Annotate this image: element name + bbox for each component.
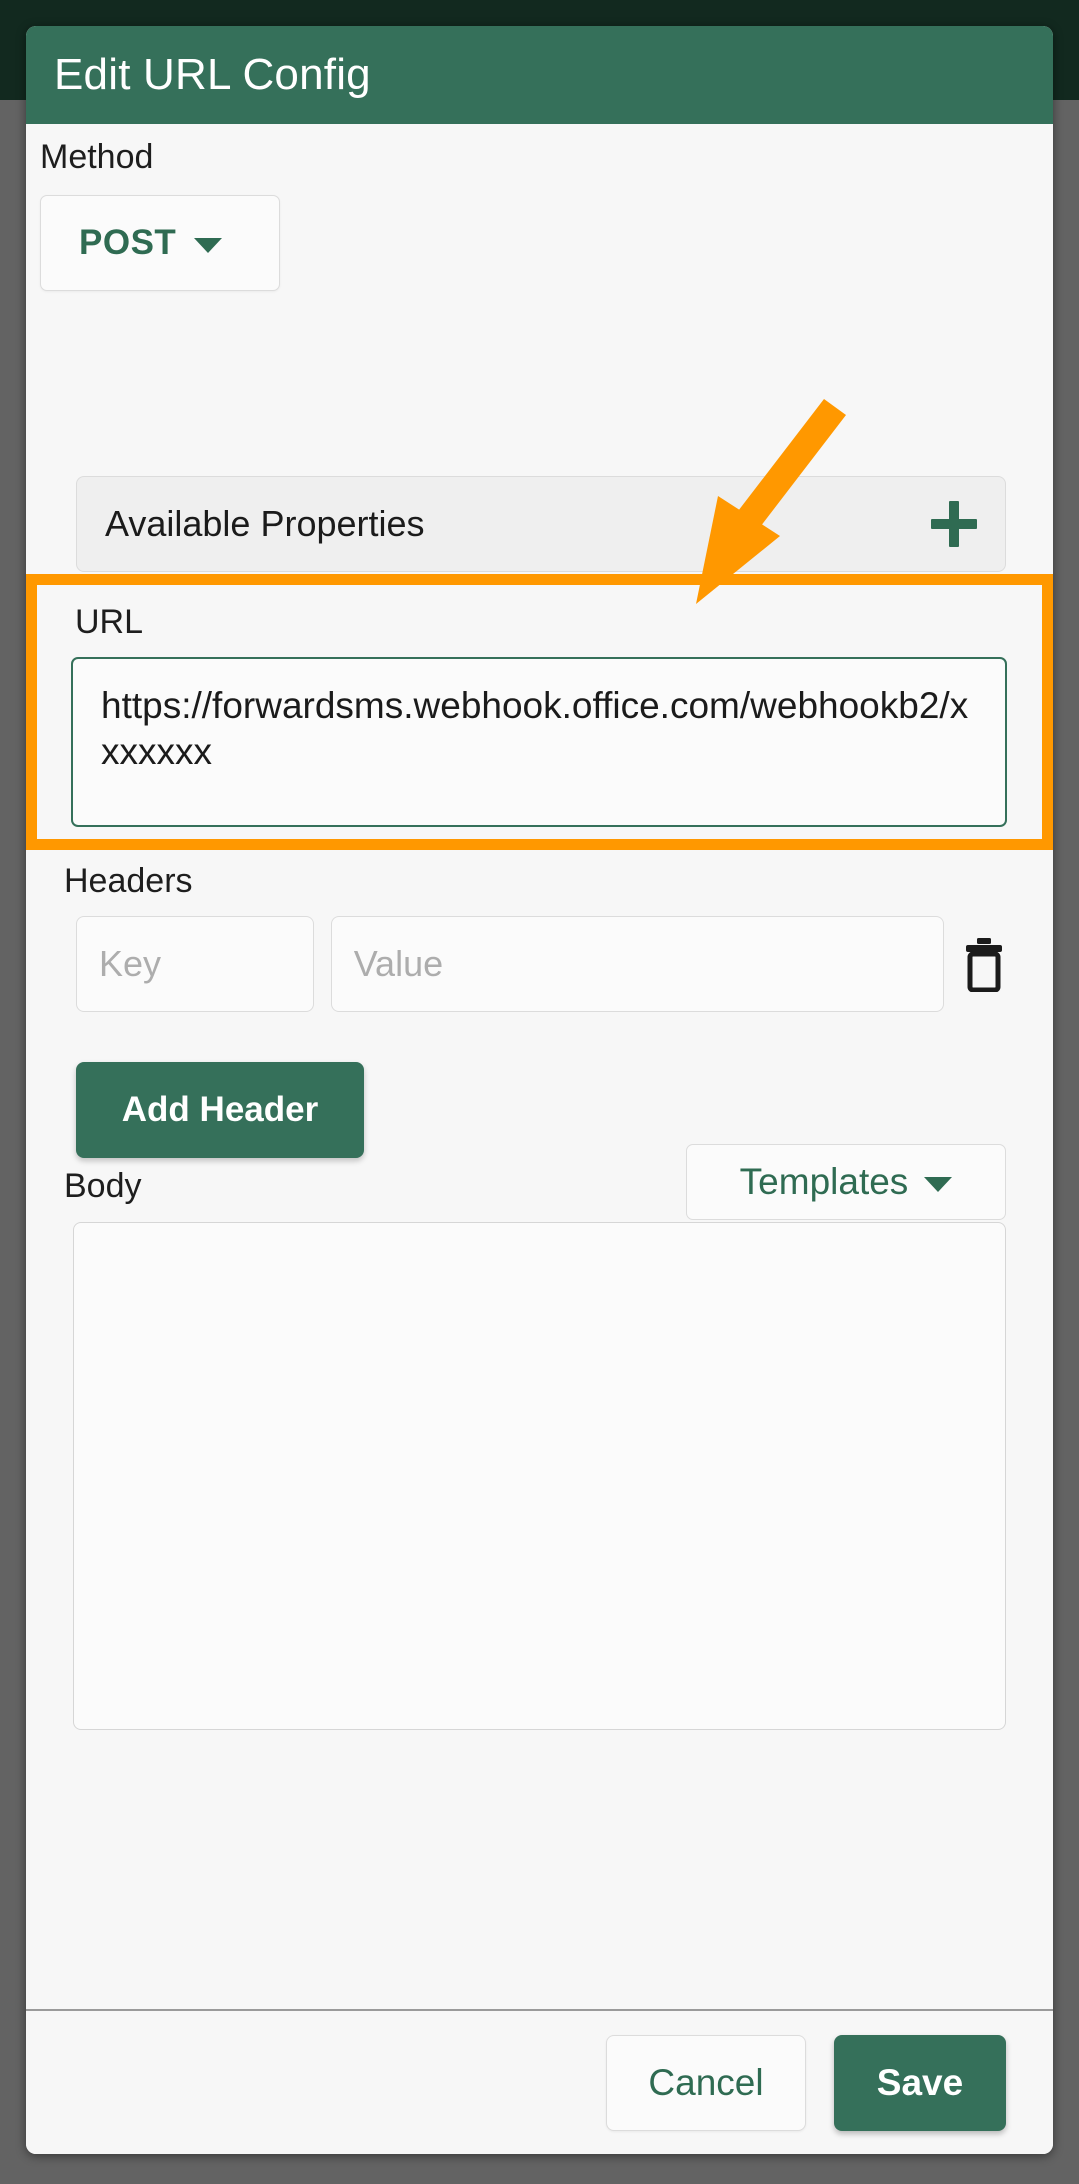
header-value-input[interactable]: Value xyxy=(330,916,944,1012)
dialog-body: Method POST Available Properties URL htt… xyxy=(26,124,1053,2009)
available-properties-label: Available Properties xyxy=(105,503,425,544)
header-row: Key Value xyxy=(76,916,1006,1012)
templates-dropdown[interactable]: Templates xyxy=(686,1144,1006,1220)
plus-icon[interactable] xyxy=(931,501,977,547)
add-header-button[interactable]: Add Header xyxy=(76,1062,364,1158)
method-label: Method xyxy=(40,138,154,176)
available-properties-bar[interactable]: Available Properties xyxy=(76,476,1006,572)
headers-label: Headers xyxy=(64,862,193,900)
save-button[interactable]: Save xyxy=(834,2034,1006,2131)
method-dropdown[interactable]: POST xyxy=(40,195,280,291)
method-section: Method POST xyxy=(40,138,1039,291)
templates-label: Templates xyxy=(739,1161,909,1202)
header-key-input[interactable]: Key xyxy=(76,916,314,1012)
chevron-down-icon xyxy=(924,1176,953,1192)
chevron-down-icon xyxy=(194,237,223,253)
url-input[interactable]: https://forwardsms.webhook.office.com/we… xyxy=(71,657,1007,827)
method-selected-value: POST xyxy=(79,223,177,262)
trash-icon[interactable] xyxy=(962,936,1006,993)
url-section-highlight: URL https://forwardsms.webhook.office.co… xyxy=(26,574,1053,850)
body-label: Body xyxy=(64,1167,142,1205)
url-label: URL xyxy=(75,603,144,641)
body-input[interactable] xyxy=(73,1222,1006,1730)
dialog-footer: Cancel Save xyxy=(26,2009,1053,2154)
dialog-title: Edit URL Config xyxy=(54,50,371,99)
edit-url-config-dialog: Edit URL Config Method POST Available Pr… xyxy=(26,26,1053,2154)
cancel-button[interactable]: Cancel xyxy=(606,2034,806,2131)
dialog-header: Edit URL Config xyxy=(26,26,1053,124)
